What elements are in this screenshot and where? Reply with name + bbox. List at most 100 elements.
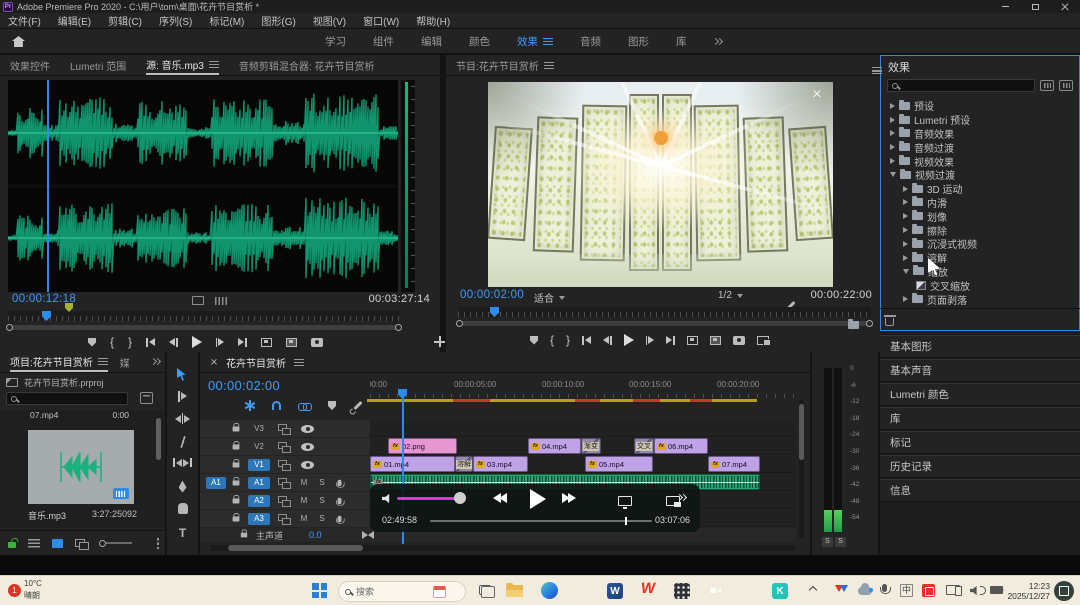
clip-渐变[interactable]: 渐变 bbox=[581, 438, 601, 454]
ripple-edit-tool[interactable] bbox=[167, 413, 198, 424]
more-controls-icon[interactable] bbox=[678, 495, 686, 500]
source-overwrite-icon[interactable] bbox=[286, 338, 297, 347]
partial-item-name[interactable]: 07.mp4 bbox=[30, 410, 58, 420]
program-play-icon[interactable] bbox=[624, 334, 634, 346]
tab-效果控件[interactable]: 效果控件 bbox=[10, 55, 50, 75]
expand-icon[interactable] bbox=[903, 241, 908, 247]
thumbnail-zoom-slider[interactable] bbox=[99, 540, 132, 547]
menu-帮助(H)[interactable]: 帮助(H) bbox=[416, 13, 450, 28]
fx-badge-icon[interactable]: fx bbox=[531, 443, 540, 450]
icon-view-icon[interactable] bbox=[52, 539, 63, 548]
fx-badge-icon[interactable]: fx bbox=[373, 461, 382, 468]
expand-icon[interactable] bbox=[903, 213, 908, 219]
track-name-V1[interactable]: V1 bbox=[248, 459, 270, 471]
clip-03.mp4[interactable]: fx03.mp4 bbox=[473, 456, 528, 472]
effects-tree-item-视频效果[interactable]: 视频效果 bbox=[880, 154, 1080, 168]
workspace-tab-库[interactable]: 库 bbox=[676, 34, 687, 49]
menu-序列(S)[interactable]: 序列(S) bbox=[159, 13, 192, 28]
source-clip-marker-icon[interactable] bbox=[65, 303, 73, 312]
selection-tool[interactable] bbox=[167, 368, 198, 381]
program-step-fwd-icon[interactable] bbox=[646, 336, 655, 345]
taskbar-search[interactable] bbox=[338, 581, 466, 602]
expand-icon[interactable] bbox=[890, 130, 895, 136]
overlay-close-icon[interactable] bbox=[813, 90, 821, 98]
workspace-overflow-icon[interactable] bbox=[714, 39, 722, 44]
panel-tab-基本声音[interactable]: 基本声音 bbox=[880, 359, 1080, 382]
clip-溶解[interactable]: 溶解 bbox=[455, 456, 473, 472]
source-mark-in-icon[interactable]: { bbox=[110, 337, 114, 347]
calendar-widget-icon[interactable] bbox=[433, 586, 446, 598]
maximize-button[interactable] bbox=[1020, 0, 1050, 13]
new-custom-bin-icon[interactable] bbox=[848, 321, 859, 329]
tray-cast-icon[interactable] bbox=[946, 585, 960, 595]
zoom-level-select[interactable]: 适合 bbox=[534, 290, 565, 305]
effects-tree-item-3D 运动[interactable]: 3D 运动 bbox=[880, 182, 1080, 196]
track-output-eye-icon[interactable] bbox=[301, 443, 314, 451]
video-editor-icon[interactable] bbox=[674, 583, 690, 599]
type-tool[interactable]: T bbox=[167, 526, 198, 540]
clip-交叉[interactable]: 交叉 bbox=[634, 438, 654, 454]
tray-microphone-icon[interactable] bbox=[882, 584, 887, 592]
panel-tab-历史记录[interactable]: 历史记录 bbox=[880, 455, 1080, 478]
delete-custom-item-icon[interactable] bbox=[885, 318, 894, 326]
audio-item-thumbnail[interactable] bbox=[28, 430, 134, 504]
pen-tool[interactable] bbox=[167, 481, 198, 493]
effects-tree-item-交叉缩放[interactable]: 交叉缩放 bbox=[880, 278, 1080, 292]
track-lock-icon[interactable] bbox=[233, 444, 240, 449]
solo-left-button[interactable]: S bbox=[822, 537, 833, 547]
tray-clock[interactable]: 12:23 2025/12/27 bbox=[994, 581, 1050, 601]
tab-Lumetri 范围[interactable]: Lumetri 范围 bbox=[70, 55, 126, 75]
menu-剪辑(C)[interactable]: 剪辑(C) bbox=[108, 13, 142, 28]
voice-over-record-icon[interactable] bbox=[338, 479, 342, 485]
start-button[interactable] bbox=[312, 583, 327, 598]
expand-icon[interactable] bbox=[903, 227, 908, 233]
program-lift-icon[interactable] bbox=[687, 336, 698, 345]
close-sequence-icon[interactable] bbox=[211, 359, 217, 365]
tab-源: 音乐.mp3[interactable]: 源: 音乐.mp3 bbox=[146, 55, 219, 75]
panel-menu-icon[interactable] bbox=[544, 62, 554, 69]
timeline-settings-icon[interactable] bbox=[353, 401, 362, 410]
sync-lock-icon[interactable] bbox=[278, 478, 289, 487]
panel-tab-Lumetri 颜色[interactable]: Lumetri 颜色 bbox=[880, 383, 1080, 406]
effects-tree-item-视频过渡[interactable]: 视频过渡 bbox=[880, 168, 1080, 182]
timeline-horizontal-scrollbar[interactable] bbox=[210, 545, 795, 551]
program-mark-out-icon[interactable]: } bbox=[566, 335, 570, 345]
effects-tree-item-音频效果[interactable]: 音频效果 bbox=[880, 127, 1080, 141]
source-mark-out-icon[interactable]: } bbox=[128, 337, 132, 347]
program-marker-icon[interactable] bbox=[530, 336, 538, 345]
menu-标记(M)[interactable]: 标记(M) bbox=[209, 13, 244, 28]
effects-tree-item-页面剥落[interactable]: 页面剥落 bbox=[880, 292, 1080, 306]
fx-badge-icon[interactable]: fx bbox=[657, 443, 666, 450]
menu-图形(G)[interactable]: 图形(G) bbox=[261, 13, 295, 28]
more-options-icon[interactable] bbox=[157, 538, 160, 549]
program-time-ruler[interactable] bbox=[458, 307, 871, 317]
source-export-frame-icon[interactable] bbox=[311, 338, 323, 347]
source-step-back-icon[interactable] bbox=[169, 338, 178, 347]
track-lock-icon[interactable] bbox=[233, 426, 240, 431]
workspace-tab-学习[interactable]: 学习 bbox=[325, 34, 346, 49]
panel-tab-基本图形[interactable]: 基本图形 bbox=[880, 335, 1080, 358]
fx-badge-icon[interactable]: fx bbox=[391, 443, 400, 450]
panel-tab-信息[interactable]: 信息 bbox=[880, 479, 1080, 502]
effects-tree-item-音频过渡[interactable]: 音频过渡 bbox=[880, 140, 1080, 154]
panel-menu-icon[interactable] bbox=[98, 358, 108, 365]
solo-button[interactable]: S bbox=[317, 514, 327, 523]
player-progress-bar[interactable] bbox=[430, 520, 652, 522]
source-zoom-scrollbar[interactable] bbox=[8, 324, 400, 332]
expand-icon[interactable] bbox=[903, 255, 908, 261]
rewind-button[interactable] bbox=[495, 493, 507, 503]
bin-scrollbar[interactable] bbox=[156, 418, 161, 460]
effects-tree-item-缩放[interactable]: 缩放 bbox=[880, 265, 1080, 279]
source-waveform-display[interactable] bbox=[8, 80, 398, 292]
file-explorer-icon[interactable] bbox=[506, 585, 523, 597]
add-marker-icon[interactable] bbox=[328, 401, 336, 410]
word-icon[interactable]: W bbox=[607, 583, 623, 599]
solo-right-button[interactable]: S bbox=[835, 537, 846, 547]
expand-icon[interactable] bbox=[903, 186, 908, 192]
clip-05.mp4[interactable]: fx05.mp4 bbox=[585, 456, 653, 472]
track-header-V1[interactable]: V1 bbox=[200, 456, 370, 473]
mute-button[interactable]: M bbox=[299, 478, 309, 487]
playback-resolution-select[interactable]: 1/2 bbox=[718, 290, 743, 301]
expand-icon[interactable] bbox=[890, 117, 895, 123]
track-name-A2[interactable]: A2 bbox=[248, 495, 270, 507]
